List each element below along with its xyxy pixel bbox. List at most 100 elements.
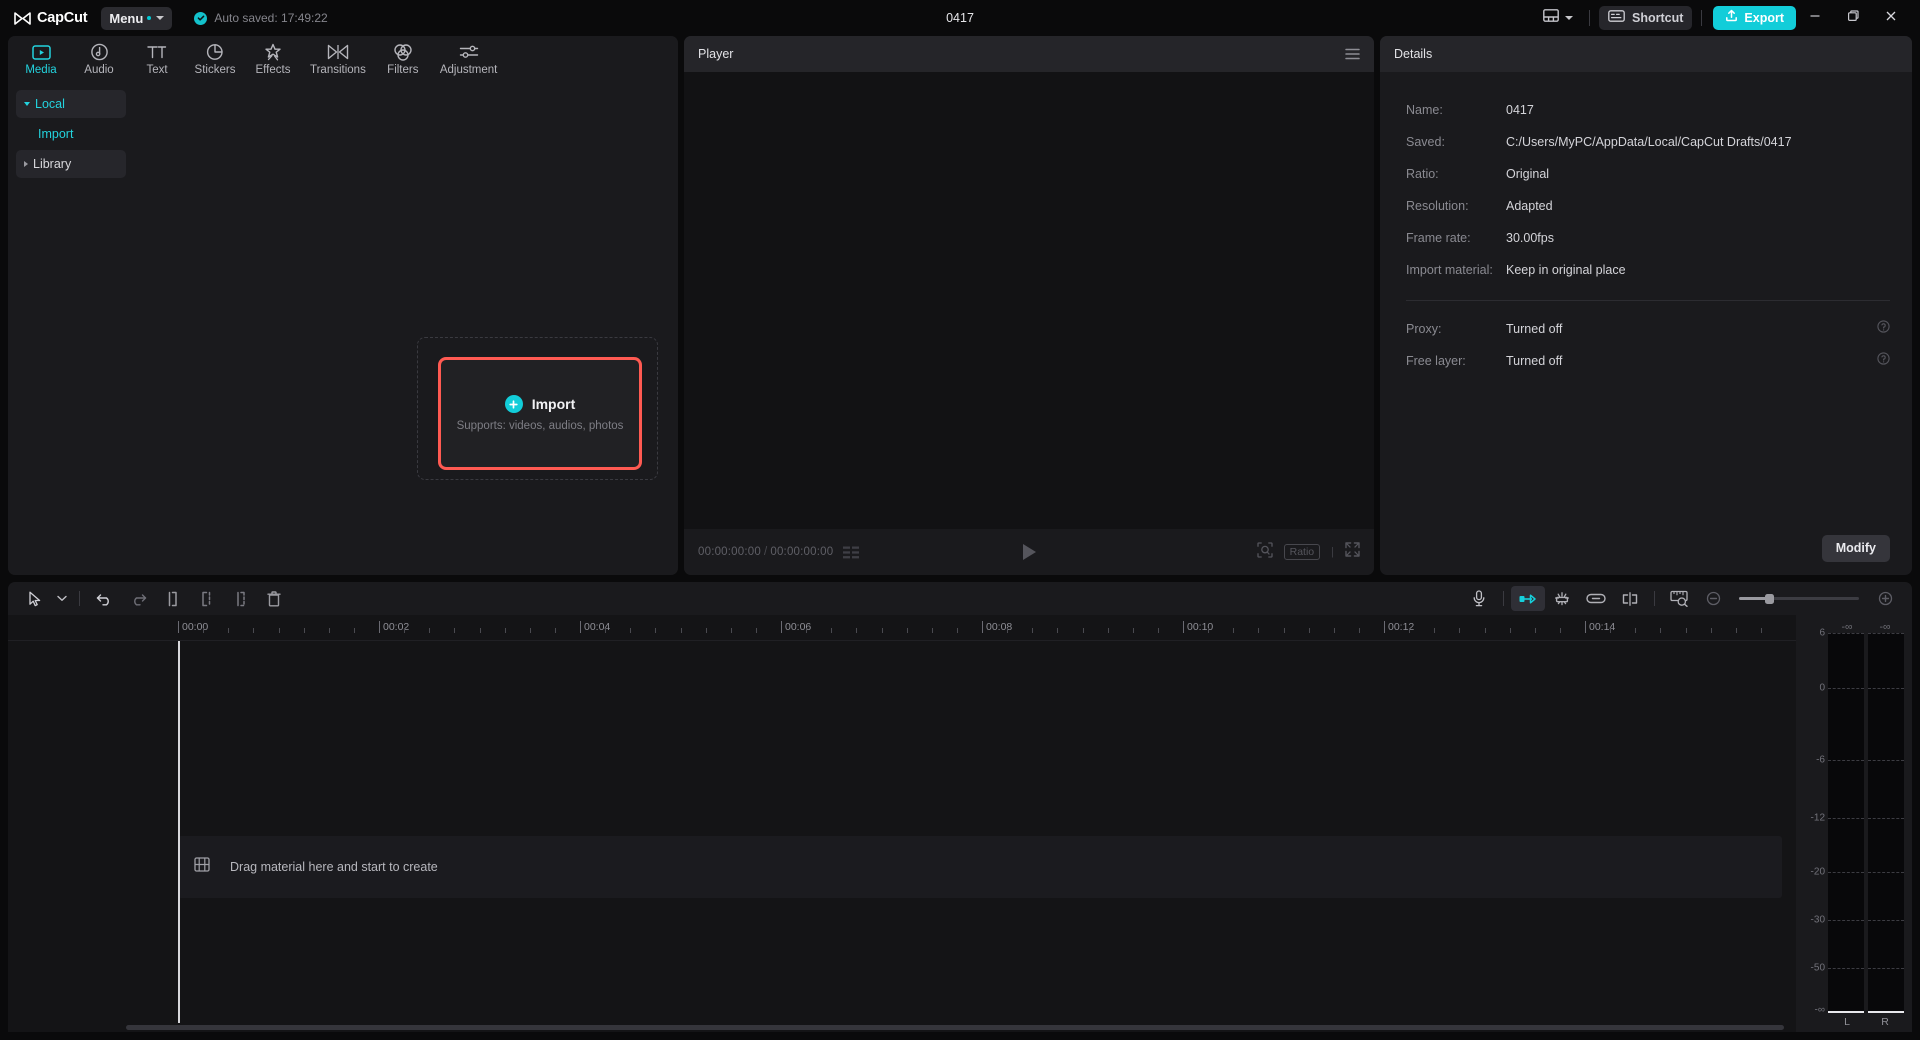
cursor-options-chevron-icon[interactable]	[52, 586, 72, 611]
meter-scale-label: -50	[1810, 962, 1825, 974]
ruler-minor-tick	[1459, 628, 1461, 633]
ruler-minor-tick	[705, 628, 707, 633]
tab-effects[interactable]: Effects	[244, 40, 302, 79]
ruler-minor-tick	[1534, 628, 1536, 633]
detail-label: Ratio:	[1406, 167, 1439, 181]
maximize-button[interactable]	[1834, 1, 1872, 35]
import-dropzone[interactable]: Import Supports: videos, audios, photos	[417, 337, 658, 480]
layout-button[interactable]	[1536, 5, 1580, 31]
import-button[interactable]: Import Supports: videos, audios, photos	[438, 357, 642, 470]
zoom-slider[interactable]	[1739, 593, 1859, 604]
minimize-button[interactable]	[1796, 1, 1834, 35]
shortcut-button[interactable]: Shortcut	[1599, 6, 1693, 30]
menu-button[interactable]: Menu	[101, 6, 173, 30]
meter-gridline	[1868, 633, 1904, 634]
split-icon[interactable]	[223, 586, 257, 611]
timeline-canvas[interactable]: 00:00 00:02 00:04 00:06 00:08 00:10 00:12 00:14…	[8, 615, 1796, 1032]
ruler-minor-tick	[203, 628, 205, 633]
tab-text[interactable]: Text	[128, 40, 186, 79]
meter-gridline	[1868, 688, 1904, 690]
film-strip-icon	[194, 857, 210, 877]
ruler-major-tick	[781, 621, 782, 633]
detail-label: Proxy:	[1406, 322, 1442, 336]
ruler-major-tick	[1384, 621, 1385, 633]
meter-gridline	[1828, 688, 1864, 690]
ruler-minor-tick	[630, 628, 632, 633]
drop-zone[interactable]: Drag material here and start to create	[178, 836, 1782, 898]
tab-audio[interactable]: Audio	[70, 40, 128, 79]
player-timecode[interactable]: 00:00:00:00/00:00:00:00	[698, 546, 833, 558]
timeline-tracks[interactable]: Drag material here and start to create	[8, 641, 1796, 1023]
sidebar-item-library[interactable]: Library	[16, 150, 126, 178]
tab-adjustment[interactable]: Adjustment	[432, 40, 506, 79]
playhead[interactable]	[178, 641, 180, 1023]
ruler-zoom-icon[interactable]	[1662, 586, 1696, 611]
ruler-minor-tick	[1710, 628, 1712, 633]
redo-icon[interactable]	[121, 586, 155, 611]
microphone-icon[interactable]	[1462, 586, 1496, 611]
select-cursor-icon[interactable]	[18, 586, 52, 611]
meter-gridline	[1828, 967, 1864, 969]
details-header: Details	[1380, 36, 1912, 72]
title-bar-actions: Shortcut Export	[1536, 1, 1914, 35]
ruler-minor-tick	[755, 628, 757, 633]
sidebar-item-import[interactable]: Import	[16, 120, 126, 148]
sidebar-item-local[interactable]: Local	[16, 90, 126, 118]
ruler-minor-tick	[1635, 628, 1637, 633]
media-tab-bar: Media Audio Text Stickers Effects Transi…	[8, 36, 678, 82]
detail-label: Resolution:	[1406, 199, 1469, 213]
detail-row-ratio: Ratio: Original	[1406, 158, 1890, 190]
tab-filters[interactable]: Filters	[374, 40, 432, 79]
modify-button[interactable]: Modify	[1821, 534, 1890, 562]
meter-gridline	[1868, 759, 1904, 761]
ruler-minor-tick	[856, 628, 858, 633]
trim-start-icon[interactable]	[155, 586, 189, 611]
hamburger-menu-icon[interactable]	[1345, 48, 1360, 60]
ruler-minor-tick	[806, 628, 808, 633]
tab-media[interactable]: Media	[12, 40, 70, 79]
split-clip-icon[interactable]	[1613, 586, 1647, 611]
magnet-icon[interactable]	[1545, 586, 1579, 611]
tab-transitions[interactable]: Transitions	[302, 40, 374, 79]
close-button[interactable]	[1872, 1, 1910, 35]
check-circle-icon	[194, 11, 208, 25]
timeline-ruler[interactable]: 00:00 00:02 00:04 00:06 00:08 00:10 00:12 00:14	[8, 615, 1796, 641]
undo-icon[interactable]	[87, 586, 121, 611]
player-panel: Player 00:00:00:00/00:00:00:00 Ratio |	[684, 36, 1374, 575]
detail-row-name: Name: 0417	[1406, 94, 1890, 126]
audio-meter-columns	[1828, 633, 1904, 1013]
ruler-major-tick	[982, 621, 983, 633]
snapshot-icon[interactable]	[1256, 541, 1273, 563]
fullscreen-icon[interactable]	[1345, 542, 1360, 562]
export-button[interactable]: Export	[1713, 6, 1796, 30]
ruler-minor-tick	[404, 628, 406, 633]
capcut-window: CapCut Menu Auto saved: 17:49:22 0417 Sh…	[0, 0, 1920, 1040]
frames-icon[interactable]	[843, 546, 861, 559]
player-preview-stage[interactable]	[684, 72, 1374, 529]
text-icon	[146, 43, 168, 62]
capcut-logo-icon	[14, 11, 31, 25]
snap-toggle-icon[interactable]	[1511, 586, 1545, 611]
trim-end-icon[interactable]	[189, 586, 223, 611]
detail-value: Adapted	[1506, 199, 1553, 213]
ratio-badge[interactable]: Ratio	[1283, 544, 1321, 560]
ruler-minor-tick	[1007, 628, 1009, 633]
help-icon[interactable]	[1877, 320, 1890, 338]
play-icon[interactable]	[1022, 544, 1036, 560]
import-subtitle: Supports: videos, audios, photos	[456, 420, 624, 432]
chevron-down-icon	[156, 16, 165, 20]
close-icon	[1885, 9, 1897, 27]
meter-gridline	[1868, 871, 1904, 873]
timeline-scrollbar-thumb[interactable]	[126, 1025, 1784, 1030]
zoom-in-icon[interactable]	[1868, 586, 1902, 611]
link-icon[interactable]	[1579, 586, 1613, 611]
timeline-scrollbar[interactable]	[8, 1023, 1796, 1032]
tab-stickers[interactable]: Stickers	[186, 40, 244, 79]
zoom-slider-handle[interactable]	[1765, 593, 1774, 604]
delete-icon[interactable]	[257, 586, 291, 611]
zoom-out-icon[interactable]	[1696, 586, 1730, 611]
timeline-toolbar	[8, 582, 1912, 615]
meter-gridline	[1828, 817, 1864, 819]
help-icon[interactable]	[1877, 352, 1890, 370]
detail-value: C:/Users/MyPC/AppData/Local/CapCut Draft…	[1506, 135, 1792, 149]
